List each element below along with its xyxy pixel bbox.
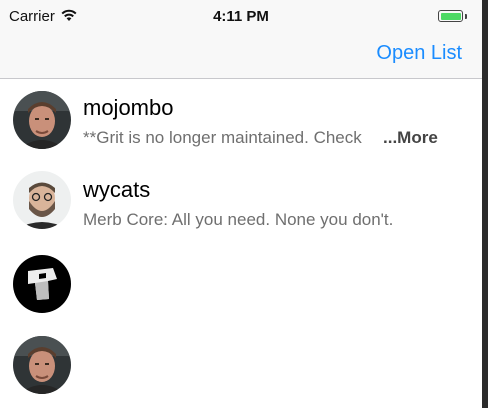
item-title: mojombo: [83, 95, 174, 120]
person-photo-icon: [13, 336, 71, 394]
list-item[interactable]: [0, 243, 482, 325]
person-photo-icon: [13, 91, 71, 149]
battery-cap: [465, 14, 467, 19]
app-screen: Carrier 4:11 PM Open List mojombo **Grit…: [0, 0, 482, 408]
logo-icon: [13, 255, 71, 313]
item-subtitle: Merb Core: All you need. None you don't.: [83, 210, 394, 229]
battery-level: [440, 12, 461, 20]
list-item[interactable]: [0, 325, 482, 407]
battery-icon: [438, 10, 463, 22]
more-link[interactable]: ...More: [383, 128, 438, 148]
open-list-button[interactable]: Open List: [376, 42, 462, 65]
item-subtitle: **Grit is no longer maintained. Check: [83, 128, 362, 147]
status-bar: Carrier 4:11 PM: [0, 0, 482, 32]
status-time: 4:11 PM: [213, 8, 269, 25]
item-title: wycats: [83, 177, 151, 202]
avatar: [13, 171, 71, 229]
avatar: [13, 336, 71, 394]
list-item[interactable]: mojombo **Grit is no longer maintained. …: [0, 79, 482, 161]
navigation-bar: Carrier 4:11 PM Open List: [0, 0, 482, 79]
avatar: [13, 91, 71, 149]
person-photo-icon: [13, 171, 71, 229]
avatar: [13, 255, 71, 313]
list-item[interactable]: wycats Merb Core: All you need. None you…: [0, 161, 482, 243]
